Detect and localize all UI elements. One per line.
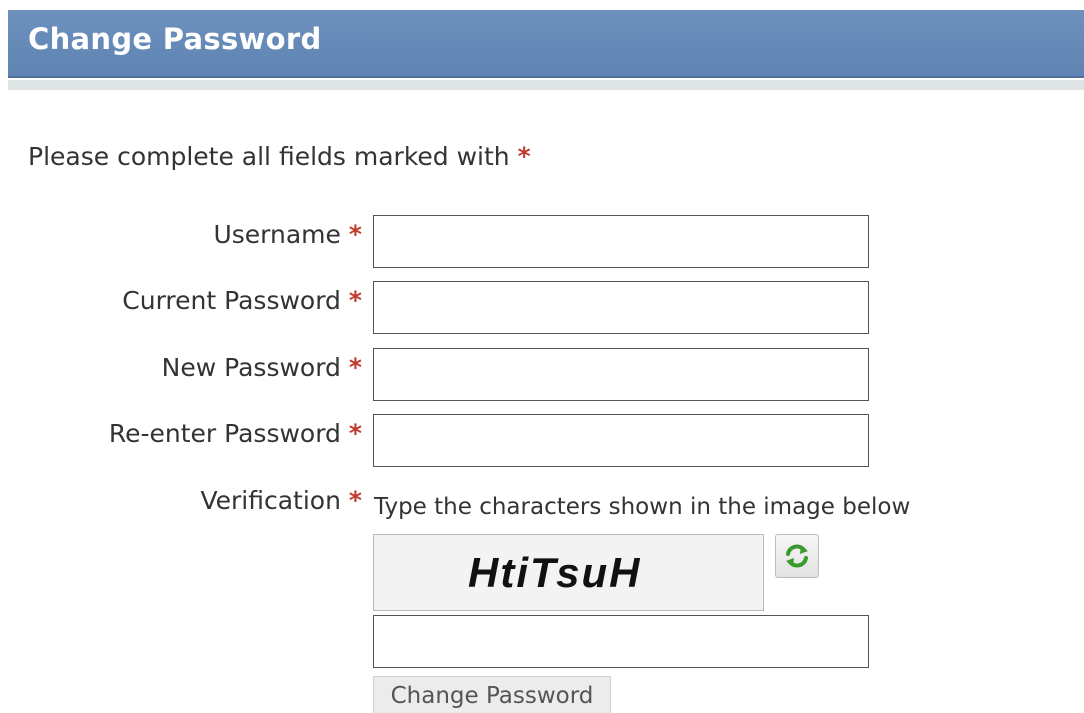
new-password-label-text: New Password <box>161 353 341 382</box>
header-divider <box>8 80 1084 90</box>
verification-hint: Type the characters shown in the image b… <box>374 494 911 520</box>
reenter-password-label: Re-enter Password * <box>109 419 362 448</box>
page-title: Change Password <box>28 22 322 56</box>
username-label-text: Username <box>213 220 341 249</box>
required-marker: * <box>348 286 362 315</box>
new-password-input[interactable] <box>373 348 869 401</box>
verification-label: Verification * <box>200 486 362 515</box>
required-marker: * <box>348 220 362 249</box>
captcha-text: HtiTsuH <box>468 549 642 596</box>
change-password-page: Change Password Please complete all fiel… <box>0 0 1084 713</box>
current-password-input[interactable] <box>373 281 869 334</box>
username-label: Username * <box>213 220 362 249</box>
required-marker: * <box>348 353 362 382</box>
required-marker: * <box>348 486 362 515</box>
required-marker: * <box>348 419 362 448</box>
captcha-input[interactable] <box>373 615 869 668</box>
current-password-label: Current Password * <box>122 286 362 315</box>
captcha-image: HtiTsuH <box>373 534 764 611</box>
verification-label-text: Verification <box>200 486 341 515</box>
refresh-icon <box>786 544 808 568</box>
username-input[interactable] <box>373 215 869 268</box>
new-password-label: New Password * <box>162 353 362 382</box>
required-marker: * <box>517 142 531 171</box>
change-password-button[interactable]: Change Password <box>373 676 611 713</box>
current-password-label-text: Current Password <box>122 286 341 315</box>
form-instructions: Please complete all fields marked with * <box>28 142 531 171</box>
reenter-password-label-text: Re-enter Password <box>108 419 341 448</box>
refresh-captcha-button[interactable] <box>775 534 819 578</box>
reenter-password-input[interactable] <box>373 414 869 467</box>
instructions-text: Please complete all fields marked with <box>28 142 510 171</box>
header-bar: Change Password <box>8 10 1084 78</box>
